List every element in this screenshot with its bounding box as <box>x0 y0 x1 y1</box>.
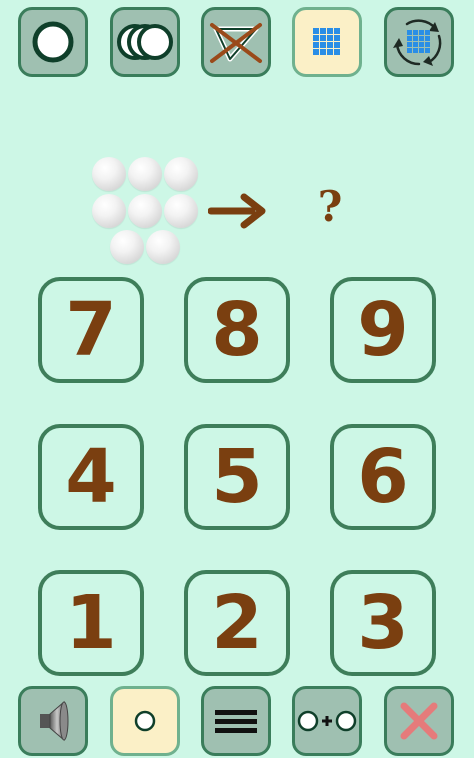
ball <box>110 230 144 264</box>
number-key-1[interactable]: 1 <box>38 570 144 676</box>
number-key-9[interactable]: 9 <box>330 277 436 383</box>
grid-icon <box>313 28 340 55</box>
triple-circle-icon <box>117 24 173 60</box>
ball <box>128 194 162 228</box>
speaker-icon <box>40 700 69 742</box>
circle-icon <box>32 21 74 63</box>
ball <box>146 230 180 264</box>
arrow-icon <box>208 193 266 229</box>
dot-mode-button[interactable] <box>110 686 180 756</box>
number-key-6[interactable]: 6 <box>330 424 436 530</box>
sound-button[interactable] <box>18 686 88 756</box>
ball <box>128 157 162 191</box>
ball <box>164 157 198 191</box>
small-circle-icon <box>134 710 156 732</box>
number-key-3[interactable]: 3 <box>330 570 436 676</box>
grid-mode-button[interactable] <box>292 7 362 77</box>
multi-mode-button[interactable] <box>110 7 180 77</box>
ball <box>92 157 126 191</box>
hamburger-icon <box>215 710 257 733</box>
addition-button[interactable] <box>292 686 362 756</box>
ball <box>164 194 198 228</box>
close-icon <box>400 702 438 740</box>
close-button[interactable] <box>384 686 454 756</box>
menu-button[interactable] <box>201 686 271 756</box>
circle-plus-circle-icon <box>297 710 357 732</box>
shuffle-grid-button[interactable] <box>384 7 454 77</box>
crossed-triangle-icon <box>210 23 262 63</box>
recycle-grid-icon <box>393 19 442 66</box>
disabled-mode-button[interactable] <box>201 7 271 77</box>
single-mode-button[interactable] <box>18 7 88 77</box>
number-key-8[interactable]: 8 <box>184 277 290 383</box>
number-key-4[interactable]: 4 <box>38 424 144 530</box>
number-key-5[interactable]: 5 <box>184 424 290 530</box>
number-key-7[interactable]: 7 <box>38 277 144 383</box>
question-mark: ? <box>317 182 343 231</box>
number-key-2[interactable]: 2 <box>184 570 290 676</box>
ball <box>92 194 126 228</box>
